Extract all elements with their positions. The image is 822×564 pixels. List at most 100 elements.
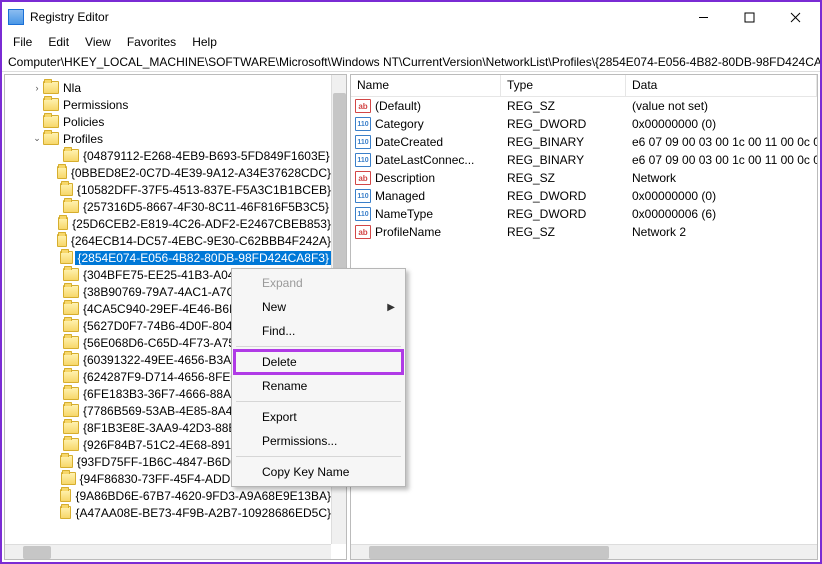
maximize-button[interactable] — [726, 3, 772, 31]
folder-icon — [60, 506, 72, 519]
value-data: e6 07 09 00 03 00 1c 00 11 00 0c 00 30 0… — [626, 153, 817, 167]
app-icon — [8, 9, 24, 25]
value-name: Description — [375, 171, 435, 185]
tree-item[interactable]: {257316D5-8667-4F30-8C11-46F816F5B3C5} — [5, 198, 331, 215]
tree-item-label: {5627D0F7-74B6-4D0F-8043 — [83, 319, 239, 333]
value-row[interactable]: DateCreatedREG_BINARYe6 07 09 00 03 00 1… — [351, 133, 817, 151]
binary-value-icon — [355, 153, 371, 167]
address-text: Computer\HKEY_LOCAL_MACHINE\SOFTWARE\Mic… — [8, 55, 820, 69]
folder-icon — [63, 353, 79, 366]
tree-item-label: {60391322-49EE-4656-B3A6 — [83, 353, 238, 367]
menu-favorites[interactable]: Favorites — [120, 33, 183, 51]
folder-icon — [63, 387, 79, 400]
tree-item[interactable]: {10582DFF-37F5-4513-837E-F5A3C1B1BCEB} — [5, 181, 331, 198]
menu-view[interactable]: View — [78, 33, 118, 51]
value-row[interactable]: ManagedREG_DWORD0x00000000 (0) — [351, 187, 817, 205]
tree-item-label: Permissions — [63, 98, 128, 112]
close-button[interactable] — [772, 3, 818, 31]
value-name: ProfileName — [375, 225, 441, 239]
menu-help[interactable]: Help — [185, 33, 224, 51]
value-row[interactable]: NameTypeREG_DWORD0x00000006 (6) — [351, 205, 817, 223]
string-value-icon — [355, 225, 371, 239]
separator — [236, 456, 401, 457]
folder-icon — [43, 81, 59, 94]
close-icon — [790, 12, 801, 23]
chevron-right-icon[interactable]: › — [31, 83, 43, 93]
string-value-icon — [355, 99, 371, 113]
folder-icon — [63, 302, 79, 315]
folder-icon — [63, 319, 79, 332]
value-row[interactable]: ProfileNameREG_SZNetwork 2 — [351, 223, 817, 241]
folder-icon — [57, 166, 66, 179]
ctx-copy-key-name[interactable]: Copy Key Name — [234, 460, 403, 484]
tree-item-label: {04879112-E268-4EB9-B693-5FD849F1603E} — [83, 149, 330, 163]
values-header: Name Type Data — [351, 75, 817, 97]
folder-icon — [63, 149, 79, 162]
ctx-expand-label: Expand — [262, 276, 303, 290]
value-type: REG_DWORD — [501, 117, 626, 131]
tree-item[interactable]: {264ECB14-DC57-4EBC-9E30-C62BBB4F242A} — [5, 232, 331, 249]
tree-item[interactable]: {A47AA08E-BE73-4F9B-A2B7-10928686ED5C} — [5, 504, 331, 521]
ctx-find[interactable]: Find... — [234, 319, 403, 343]
ctx-rename[interactable]: Rename — [234, 374, 403, 398]
folder-icon — [43, 115, 59, 128]
tree-item-label: {0BBED8E2-0C7D-4E39-9A12-A34E37628CDC} — [71, 166, 331, 180]
value-type: REG_BINARY — [501, 135, 626, 149]
separator — [236, 401, 401, 402]
menubar: File Edit View Favorites Help — [2, 32, 820, 52]
menu-file[interactable]: File — [6, 33, 39, 51]
tree-item[interactable]: {2854E074-E056-4B82-80DB-98FD424CA8F3} — [5, 249, 331, 266]
column-header-type[interactable]: Type — [501, 75, 626, 96]
ctx-delete[interactable]: Delete — [234, 350, 403, 374]
tree-horizontal-scrollbar[interactable] — [5, 544, 331, 559]
tree-item[interactable]: Permissions — [5, 96, 331, 113]
chevron-down-icon[interactable]: ⌄ — [31, 133, 43, 144]
ctx-permissions[interactable]: Permissions... — [234, 429, 403, 453]
menu-edit[interactable]: Edit — [41, 33, 76, 51]
column-header-data[interactable]: Data — [626, 75, 817, 96]
tree-item-label: {4CA5C940-29EF-4E46-B6D — [83, 302, 238, 316]
value-name: NameType — [375, 207, 433, 221]
titlebar: Registry Editor — [2, 2, 820, 32]
tree-item-label: Policies — [63, 115, 104, 129]
ctx-new-label: New — [262, 300, 286, 314]
folder-icon — [63, 268, 79, 281]
tree-item[interactable]: {0BBED8E2-0C7D-4E39-9A12-A34E37628CDC} — [5, 164, 331, 181]
ctx-new[interactable]: New ▶ — [234, 295, 403, 319]
ctx-export[interactable]: Export — [234, 405, 403, 429]
workarea: › Nla Permissions Policies⌄Profiles {0487911… — [4, 74, 818, 560]
value-row[interactable]: DateLastConnec...REG_BINARYe6 07 09 00 0… — [351, 151, 817, 169]
values-horizontal-scrollbar[interactable] — [351, 544, 817, 559]
address-bar[interactable]: Computer\HKEY_LOCAL_MACHINE\SOFTWARE\Mic… — [2, 52, 820, 72]
tree-item-label: {304BFE75-EE25-41B3-A04B — [83, 268, 242, 282]
ctx-permissions-label: Permissions... — [262, 434, 337, 448]
tree-item-label: {926F84B7-51C2-4E68-891D — [83, 438, 240, 452]
tree-item[interactable]: {04879112-E268-4EB9-B693-5FD849F1603E} — [5, 147, 331, 164]
tree-item-label: {25D6CEB2-E819-4C26-ADF2-E2467CBEB853} — [72, 217, 331, 231]
scrollbar-thumb[interactable] — [23, 546, 51, 559]
tree-item[interactable]: {25D6CEB2-E819-4C26-ADF2-E2467CBEB853} — [5, 215, 331, 232]
chevron-right-icon: ▶ — [387, 302, 395, 313]
value-data: 0x00000006 (6) — [626, 207, 817, 221]
value-data: 0x00000000 (0) — [626, 117, 817, 131]
tree-item-label: {9A86BD6E-67B7-4620-9FD3-A9A68E9E13BA} — [75, 489, 331, 503]
minimize-button[interactable] — [680, 3, 726, 31]
column-header-name[interactable]: Name — [351, 75, 501, 96]
value-row[interactable]: DescriptionREG_SZNetwork — [351, 169, 817, 187]
tree-item-label: Nla — [63, 81, 81, 95]
tree-item[interactable]: {9A86BD6E-67B7-4620-9FD3-A9A68E9E13BA} — [5, 487, 331, 504]
tree-item[interactable]: › Nla — [5, 79, 331, 96]
values-list: (Default)REG_SZ(value not set)CategoryRE… — [351, 97, 817, 241]
tree-item[interactable]: Policies — [5, 113, 331, 130]
folder-icon — [58, 217, 68, 230]
string-value-icon — [355, 171, 371, 185]
tree-item-label: {624287F9-D714-4656-8FE0 — [83, 370, 237, 384]
value-data: Network — [626, 171, 817, 185]
tree-item-label: {257316D5-8667-4F30-8C11-46F816F5B3C5} — [83, 200, 329, 214]
folder-icon — [61, 472, 75, 485]
value-row[interactable]: (Default)REG_SZ(value not set) — [351, 97, 817, 115]
scrollbar-thumb[interactable] — [369, 546, 609, 559]
value-row[interactable]: CategoryREG_DWORD0x00000000 (0) — [351, 115, 817, 133]
tree-item[interactable]: ⌄Profiles — [5, 130, 331, 147]
ctx-find-label: Find... — [262, 324, 295, 338]
